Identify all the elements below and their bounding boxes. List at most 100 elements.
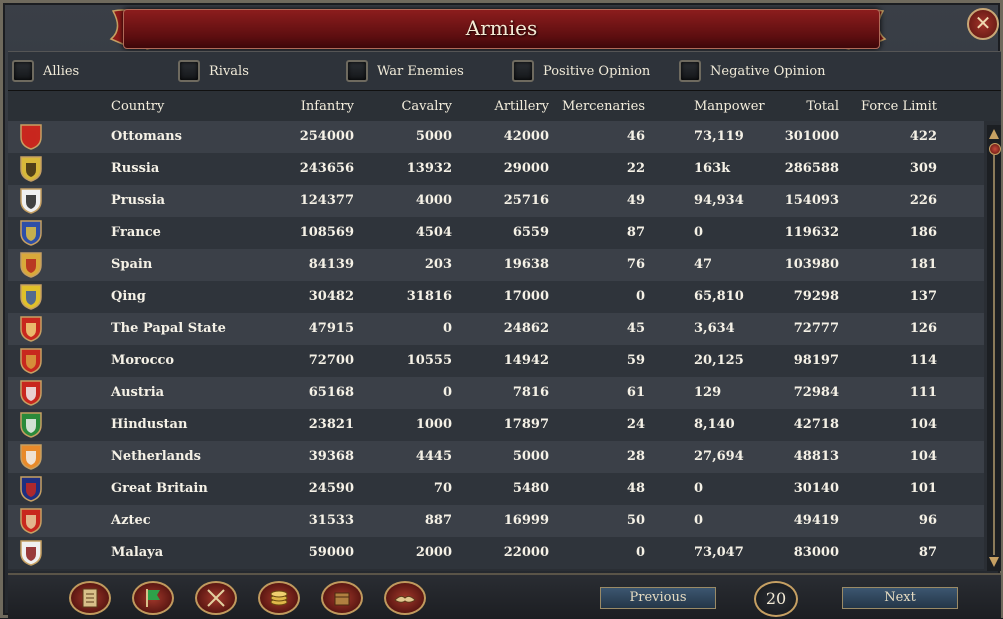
header-infantry[interactable]: Infantry [301, 99, 354, 114]
manpower-cell: 8,140 [694, 417, 735, 432]
military-button[interactable] [195, 581, 237, 615]
country-shield-icon[interactable] [19, 444, 43, 470]
window-title: Armies [465, 16, 538, 40]
country-name[interactable]: Hindustan [111, 417, 187, 432]
country-shield-icon[interactable] [19, 508, 43, 534]
total-cell: 83000 [793, 545, 839, 560]
table-row[interactable]: Prussia 124377 4000 25716 49 94,934 154093 226 [8, 185, 984, 217]
diplomacy-button[interactable] [384, 581, 426, 615]
header-country[interactable]: Country [111, 99, 164, 114]
table-row[interactable]: The Papal State 47915 0 24862 45 3,634 72777 12… [8, 313, 984, 345]
country-name[interactable]: Qing [111, 289, 146, 304]
header-artillery[interactable]: Artillery [494, 99, 549, 114]
artillery-cell: 5000 [512, 449, 549, 464]
country-name[interactable]: Malaya [111, 545, 163, 560]
infantry-cell: 59000 [308, 545, 354, 560]
table-row[interactable]: Malaya 59000 2000 22000 0 73,047 83000 87 [8, 537, 984, 569]
country-shield-icon[interactable] [19, 252, 43, 278]
scroll-up-arrow-icon[interactable] [989, 129, 999, 139]
force-limit-cell: 114 [909, 353, 937, 368]
header-total[interactable]: Total [806, 99, 839, 114]
infantry-cell: 243656 [299, 161, 354, 176]
table-scrollbar[interactable] [987, 125, 1001, 571]
manpower-cell: 0 [694, 225, 704, 240]
country-name[interactable]: France [111, 225, 161, 240]
manpower-cell: 20,125 [694, 353, 744, 368]
mercenaries-cell: 0 [635, 545, 645, 560]
country-shield-icon[interactable] [19, 348, 43, 374]
artillery-cell: 17897 [503, 417, 549, 432]
country-name[interactable]: Russia [111, 161, 159, 176]
scroll-down-arrow-icon[interactable] [989, 557, 999, 567]
filter-label: Negative Opinion [710, 63, 826, 79]
country-name[interactable]: Aztec [111, 513, 151, 528]
filter-label: Rivals [209, 63, 249, 79]
country-shield-icon[interactable] [19, 124, 43, 150]
country-name[interactable]: The Papal State [111, 321, 226, 336]
header-manpower[interactable]: Manpower [694, 99, 765, 114]
economy-button[interactable] [258, 581, 300, 615]
country-shield-icon[interactable] [19, 156, 43, 182]
table-row[interactable]: Aztec 31533 887 16999 50 0 49419 96 [8, 505, 984, 537]
table-row[interactable]: Great Britain 24590 70 5480 48 0 30140 101 [8, 473, 984, 505]
diplomacy-icon [394, 595, 416, 603]
previous-button[interactable]: Previous [600, 587, 716, 609]
ledger-button[interactable] [69, 581, 111, 615]
country-shield-icon[interactable] [19, 540, 43, 566]
table-row[interactable]: Russia 243656 13932 29000 22 163k 286588 309 [8, 153, 984, 185]
total-cell: 72984 [793, 385, 839, 400]
filter-war-enemies[interactable]: War Enemies [346, 58, 464, 84]
country-shield-icon[interactable] [19, 380, 43, 406]
infantry-cell: 24590 [308, 481, 354, 496]
mercenaries-cell: 46 [626, 129, 645, 144]
positive-opinion-checkbox[interactable] [512, 60, 534, 82]
table-row[interactable]: Netherlands 39368 4445 5000 28 27,694 48813 104 [8, 441, 984, 473]
header-mercenaries[interactable]: Mercenaries [562, 99, 645, 114]
filter-allies[interactable]: Allies [12, 58, 79, 84]
filter-positive-opinion[interactable]: Positive Opinion [512, 58, 650, 84]
flag-button[interactable] [132, 581, 174, 615]
header-cavalry[interactable]: Cavalry [401, 99, 452, 114]
table-row[interactable]: Hindustan 23821 1000 17897 24 8,140 42718 104 [8, 409, 984, 441]
manpower-cell: 163k [694, 161, 731, 176]
force-limit-cell: 104 [909, 449, 937, 464]
country-name[interactable]: Great Britain [111, 481, 208, 496]
manpower-cell: 3,634 [694, 321, 735, 336]
infantry-cell: 31533 [308, 513, 354, 528]
mercenaries-cell: 59 [626, 353, 645, 368]
country-shield-icon[interactable] [19, 476, 43, 502]
country-shield-icon[interactable] [19, 220, 43, 246]
country-shield-icon[interactable] [19, 188, 43, 214]
table-row[interactable]: Spain 84139 203 19638 76 47 103980 181 [8, 249, 984, 281]
negative-opinion-checkbox[interactable] [679, 60, 701, 82]
close-button[interactable]: ✕ [967, 8, 999, 40]
rivals-checkbox[interactable] [178, 60, 200, 82]
trade-button[interactable] [321, 581, 363, 615]
country-name[interactable]: Morocco [111, 353, 174, 368]
country-name[interactable]: Spain [111, 257, 152, 272]
filter-rivals[interactable]: Rivals [178, 58, 249, 84]
cavalry-cell: 887 [424, 513, 452, 528]
table-row[interactable]: Ottomans 254000 5000 42000 46 73,119 301000 422 [8, 121, 984, 153]
table-row[interactable]: Austria 65168 0 7816 61 129 72984 111 [8, 377, 984, 409]
country-name[interactable]: Prussia [111, 193, 165, 208]
cavalry-cell: 0 [442, 385, 452, 400]
next-button[interactable]: Next [842, 587, 958, 609]
country-name[interactable]: Netherlands [111, 449, 201, 464]
infantry-cell: 254000 [299, 129, 354, 144]
filter-negative-opinion[interactable]: Negative Opinion [679, 58, 826, 84]
country-shield-icon[interactable] [19, 412, 43, 438]
header-force-limit[interactable]: Force Limit [861, 99, 937, 114]
table-row[interactable]: Morocco 72700 10555 14942 59 20,125 98197 114 [8, 345, 984, 377]
country-name[interactable]: Austria [111, 385, 164, 400]
country-shield-icon[interactable] [19, 316, 43, 342]
force-limit-cell: 181 [909, 257, 937, 272]
table-row[interactable]: France 108569 4504 6559 87 0 119632 186 [8, 217, 984, 249]
allies-checkbox[interactable] [12, 60, 34, 82]
country-name[interactable]: Ottomans [111, 129, 182, 144]
country-shield-icon[interactable] [19, 284, 43, 310]
artillery-cell: 24862 [503, 321, 549, 336]
table-row[interactable]: Qing 30482 31816 17000 0 65,810 79298 137 [8, 281, 984, 313]
scroll-thumb[interactable] [989, 143, 1001, 155]
war-enemies-checkbox[interactable] [346, 60, 368, 82]
